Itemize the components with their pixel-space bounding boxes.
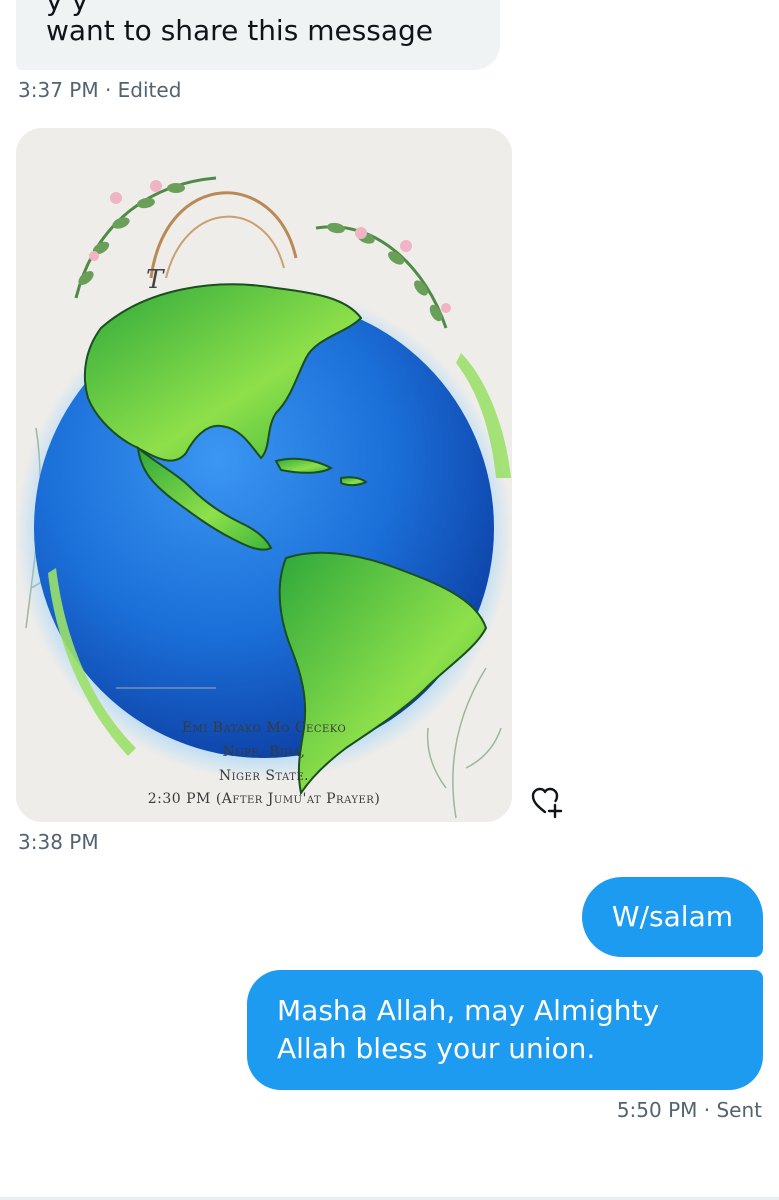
invitation-venue-line: Emi Batako Mo Ceceko [181,720,347,736]
message-timestamp: 3:37 PM · Edited [18,78,182,102]
invitation-state-line: Niger State. [218,768,310,784]
sent-message-bubble[interactable]: W/salam [581,877,763,957]
invitation-image: T [16,128,512,822]
message-text: Masha Allah, may Almighty Allah bless yo… [277,994,660,1065]
sent-message-bubble[interactable]: Masha Allah, may Almighty Allah bless yo… [247,970,763,1090]
received-message-bubble[interactable]: y y want to share this message [16,0,500,70]
message-text: want to share this message [46,14,434,47]
message-timestamp: 3:38 PM [18,830,99,854]
invitation-time-line: 2:30 PM (After Jumu'at Prayer) [147,791,381,807]
message-status: 5:50 PM · Sent [616,1098,762,1122]
svg-text:T: T [146,265,165,295]
message-text: W/salam [611,900,733,933]
image-message[interactable]: T Emi Batako Mo Ceceko Nupe, Bida, Niger… [16,128,512,822]
heart-plus-icon[interactable] [528,784,564,820]
invitation-town-line: Nupe, Bida, [222,744,306,760]
